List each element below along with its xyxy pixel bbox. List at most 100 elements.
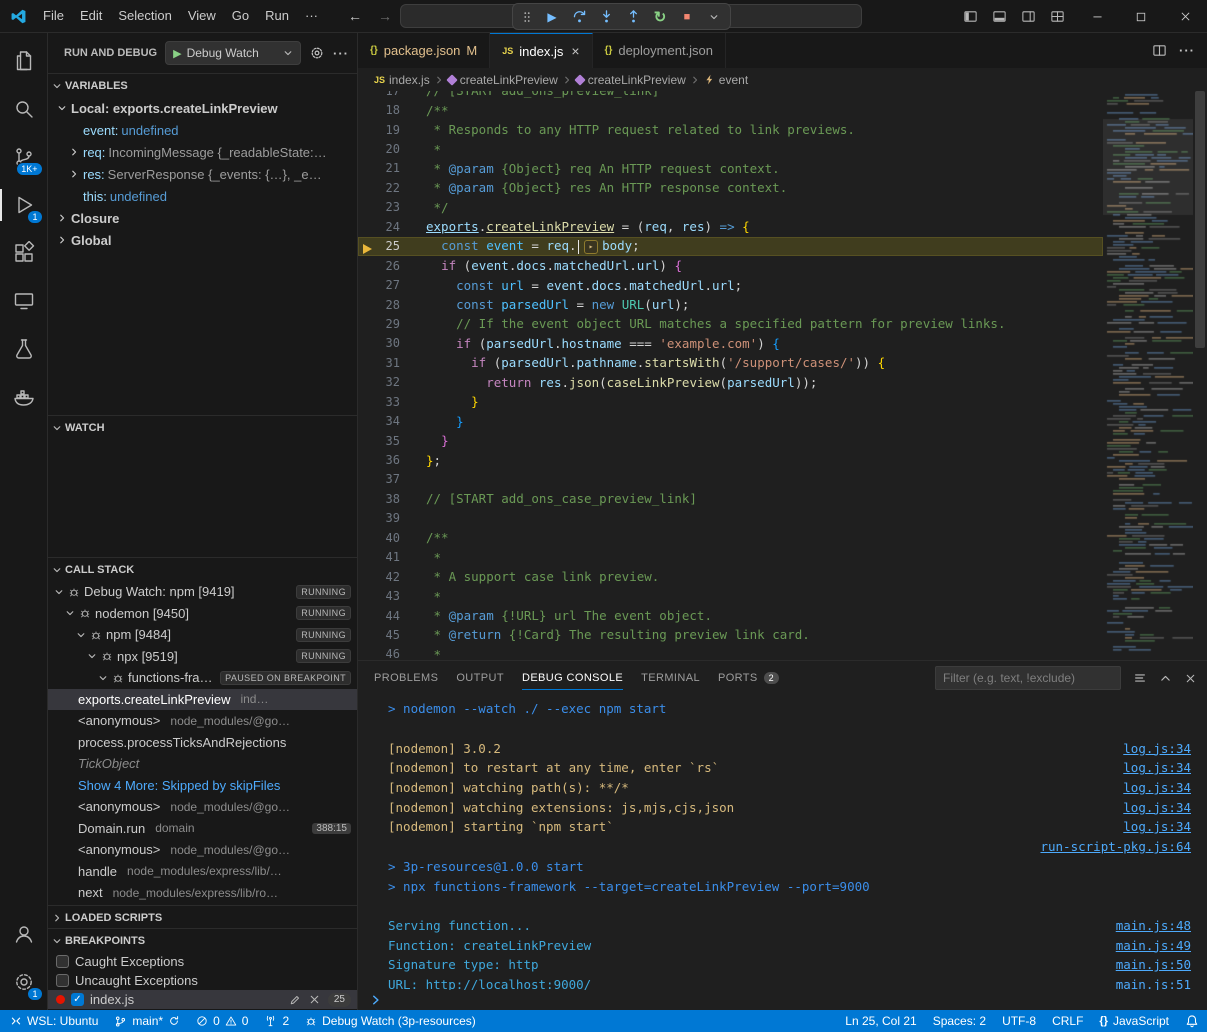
menu-overflow-icon[interactable]: ··· xyxy=(297,5,326,27)
line-number-gutter[interactable]: 36 xyxy=(358,453,426,467)
variables-scope-row[interactable]: Local: exports.createLinkPreview xyxy=(48,97,357,119)
code-line[interactable]: 28 const parsedUrl = new URL(url); xyxy=(358,295,1103,314)
source-link[interactable]: main.js:48 xyxy=(1116,918,1191,933)
line-number-gutter[interactable]: 38 xyxy=(358,492,426,506)
line-number-gutter[interactable]: 21 xyxy=(358,161,426,175)
code-line[interactable]: 24exports.createLinkPreview = (req, res)… xyxy=(358,217,1103,236)
call-stack-frame-row[interactable]: Domain.rundomain388:15 xyxy=(48,818,357,840)
source-link[interactable]: main.js:50 xyxy=(1116,957,1191,972)
menu-selection[interactable]: Selection xyxy=(110,5,179,27)
code-line[interactable]: 36}; xyxy=(358,450,1103,469)
activity-search[interactable] xyxy=(0,85,48,133)
line-number-gutter[interactable]: 29 xyxy=(358,317,426,331)
code-line[interactable]: 20 * xyxy=(358,139,1103,158)
call-stack-session-row[interactable]: npm [9484]RUNNING xyxy=(48,624,357,646)
line-number-gutter[interactable]: 26 xyxy=(358,259,426,273)
maximize-button[interactable] xyxy=(1119,0,1163,33)
panel-tab-terminal[interactable]: TERMINAL xyxy=(641,661,700,695)
line-number-gutter[interactable]: 22 xyxy=(358,181,426,195)
variables-scope-row[interactable]: Global xyxy=(48,229,357,251)
session-picker-button[interactable] xyxy=(705,8,723,26)
code-line[interactable]: 40/** xyxy=(358,528,1103,547)
code-line[interactable]: 35 } xyxy=(358,431,1103,450)
minimap[interactable] xyxy=(1103,91,1193,660)
menu-file[interactable]: File xyxy=(35,5,72,27)
activity-source-control[interactable]: 1K+ xyxy=(0,133,48,181)
line-number-gutter[interactable]: 44 xyxy=(358,609,426,623)
step-over-button[interactable] xyxy=(570,8,588,26)
back-arrow-icon[interactable]: ← xyxy=(348,8,362,24)
debug-session[interactable]: Debug Watch (3p-resources) xyxy=(297,1010,484,1032)
activity-extensions[interactable] xyxy=(0,229,48,277)
stop-button[interactable]: ■ xyxy=(678,8,696,26)
console-filter-input[interactable] xyxy=(935,666,1121,690)
git-branch[interactable]: main* xyxy=(106,1010,188,1032)
line-number-gutter[interactable]: 37 xyxy=(358,472,426,486)
forwarded-ports[interactable]: 2 xyxy=(256,1010,297,1032)
code-line[interactable]: 21 * @param {Object} req An HTTP request… xyxy=(358,159,1103,178)
source-link[interactable]: log.js:34 xyxy=(1123,780,1191,795)
breadcrumb-item[interactable]: JSindex.js xyxy=(374,73,430,87)
call-stack-session-row[interactable]: nodemon [9450]RUNNING xyxy=(48,603,357,625)
indentation[interactable]: Spaces: 2 xyxy=(925,1010,994,1032)
call-stack-session-row[interactable]: npx [9519]RUNNING xyxy=(48,646,357,668)
code-line[interactable]: 42 * A support case link preview. xyxy=(358,567,1103,586)
activity-testing[interactable] xyxy=(0,325,48,373)
line-number-gutter[interactable]: 43 xyxy=(358,589,426,603)
split-editor-icon[interactable] xyxy=(1152,43,1167,58)
edit-breakpoint-icon[interactable] xyxy=(289,994,301,1006)
forward-arrow-icon[interactable]: → xyxy=(378,8,392,24)
menu-edit[interactable]: Edit xyxy=(72,5,110,27)
line-number-gutter[interactable]: 42 xyxy=(358,570,426,584)
call-stack-frame-row[interactable]: <anonymous>node_modules/@go… xyxy=(48,710,357,732)
breakpoints-header[interactable]: BREAKPOINTS xyxy=(48,929,357,952)
line-number-gutter[interactable]: 46 xyxy=(358,647,426,660)
menu-run[interactable]: Run xyxy=(257,5,297,27)
eol[interactable]: CRLF xyxy=(1044,1010,1091,1032)
activity-remote-explorer[interactable] xyxy=(0,277,48,325)
breadcrumb-item[interactable]: createLinkPreview xyxy=(448,73,558,87)
code-line[interactable]: 45 * @return {!Card} The resulting previ… xyxy=(358,625,1103,644)
breadcrumb-item[interactable]: event xyxy=(704,73,748,87)
call-stack-session-row[interactable]: Debug Watch: npm [9419]RUNNING xyxy=(48,581,357,603)
code-line[interactable]: 23 */ xyxy=(358,198,1103,217)
code-line[interactable]: 39 xyxy=(358,509,1103,528)
start-debugging-icon[interactable]: ▶ xyxy=(173,47,181,60)
menu-view[interactable]: View xyxy=(180,5,224,27)
call-stack-session-row[interactable]: functions-fra…PAUSED ON BREAKPOINT xyxy=(48,667,357,689)
close-panel-icon[interactable] xyxy=(1184,672,1197,685)
line-number-gutter[interactable]: 17 xyxy=(358,91,426,98)
close-window-button[interactable] xyxy=(1163,0,1207,33)
line-number-gutter[interactable]: 24 xyxy=(358,220,426,234)
line-number-gutter[interactable]: 39 xyxy=(358,511,426,525)
menu-go[interactable]: Go xyxy=(224,5,257,27)
source-link[interactable]: log.js:34 xyxy=(1123,760,1191,775)
language[interactable]: {}JavaScript xyxy=(1091,1010,1177,1032)
tab-package.json[interactable]: {}package.jsonM xyxy=(358,33,490,68)
maximize-panel-icon[interactable] xyxy=(1159,672,1172,685)
panel-tab-ports[interactable]: PORTS2 xyxy=(718,661,779,695)
activity-run-and-debug[interactable]: 1 xyxy=(0,181,48,229)
call-stack-frame-row[interactable]: exports.createLinkPreviewind… xyxy=(48,689,357,711)
problems[interactable]: 00 xyxy=(188,1010,256,1032)
call-stack-link-row[interactable]: Show 4 More: Skipped by skipFiles xyxy=(48,775,357,797)
line-number-gutter[interactable]: 25 xyxy=(358,239,426,253)
line-number-gutter[interactable]: 33 xyxy=(358,395,426,409)
source-link[interactable]: log.js:34 xyxy=(1123,819,1191,834)
restart-button[interactable]: ↻ xyxy=(651,8,669,26)
continue-button[interactable]: ▶ xyxy=(543,8,561,26)
code-line[interactable]: 33 } xyxy=(358,392,1103,411)
activity-settings[interactable]: 1 xyxy=(0,958,48,1006)
step-out-button[interactable] xyxy=(624,8,642,26)
close-tab-icon[interactable]: × xyxy=(571,43,579,59)
line-number-gutter[interactable]: 45 xyxy=(358,628,426,642)
tab-index.js[interactable]: JSindex.js× xyxy=(490,33,592,68)
toggle-secondary-sidebar-icon[interactable] xyxy=(1021,9,1036,24)
editor-more-actions-icon[interactable]: ··· xyxy=(1179,43,1195,58)
variable-row[interactable]: res: ServerResponse {_events: {…}, _e… xyxy=(48,163,357,185)
line-number-gutter[interactable]: 27 xyxy=(358,278,426,292)
minimize-button[interactable] xyxy=(1075,0,1119,33)
code-line[interactable]: 37 xyxy=(358,470,1103,489)
call-stack-frame-row[interactable]: nextnode_modules/express/lib/ro… xyxy=(48,882,357,904)
debug-gear-icon[interactable] xyxy=(309,45,325,61)
